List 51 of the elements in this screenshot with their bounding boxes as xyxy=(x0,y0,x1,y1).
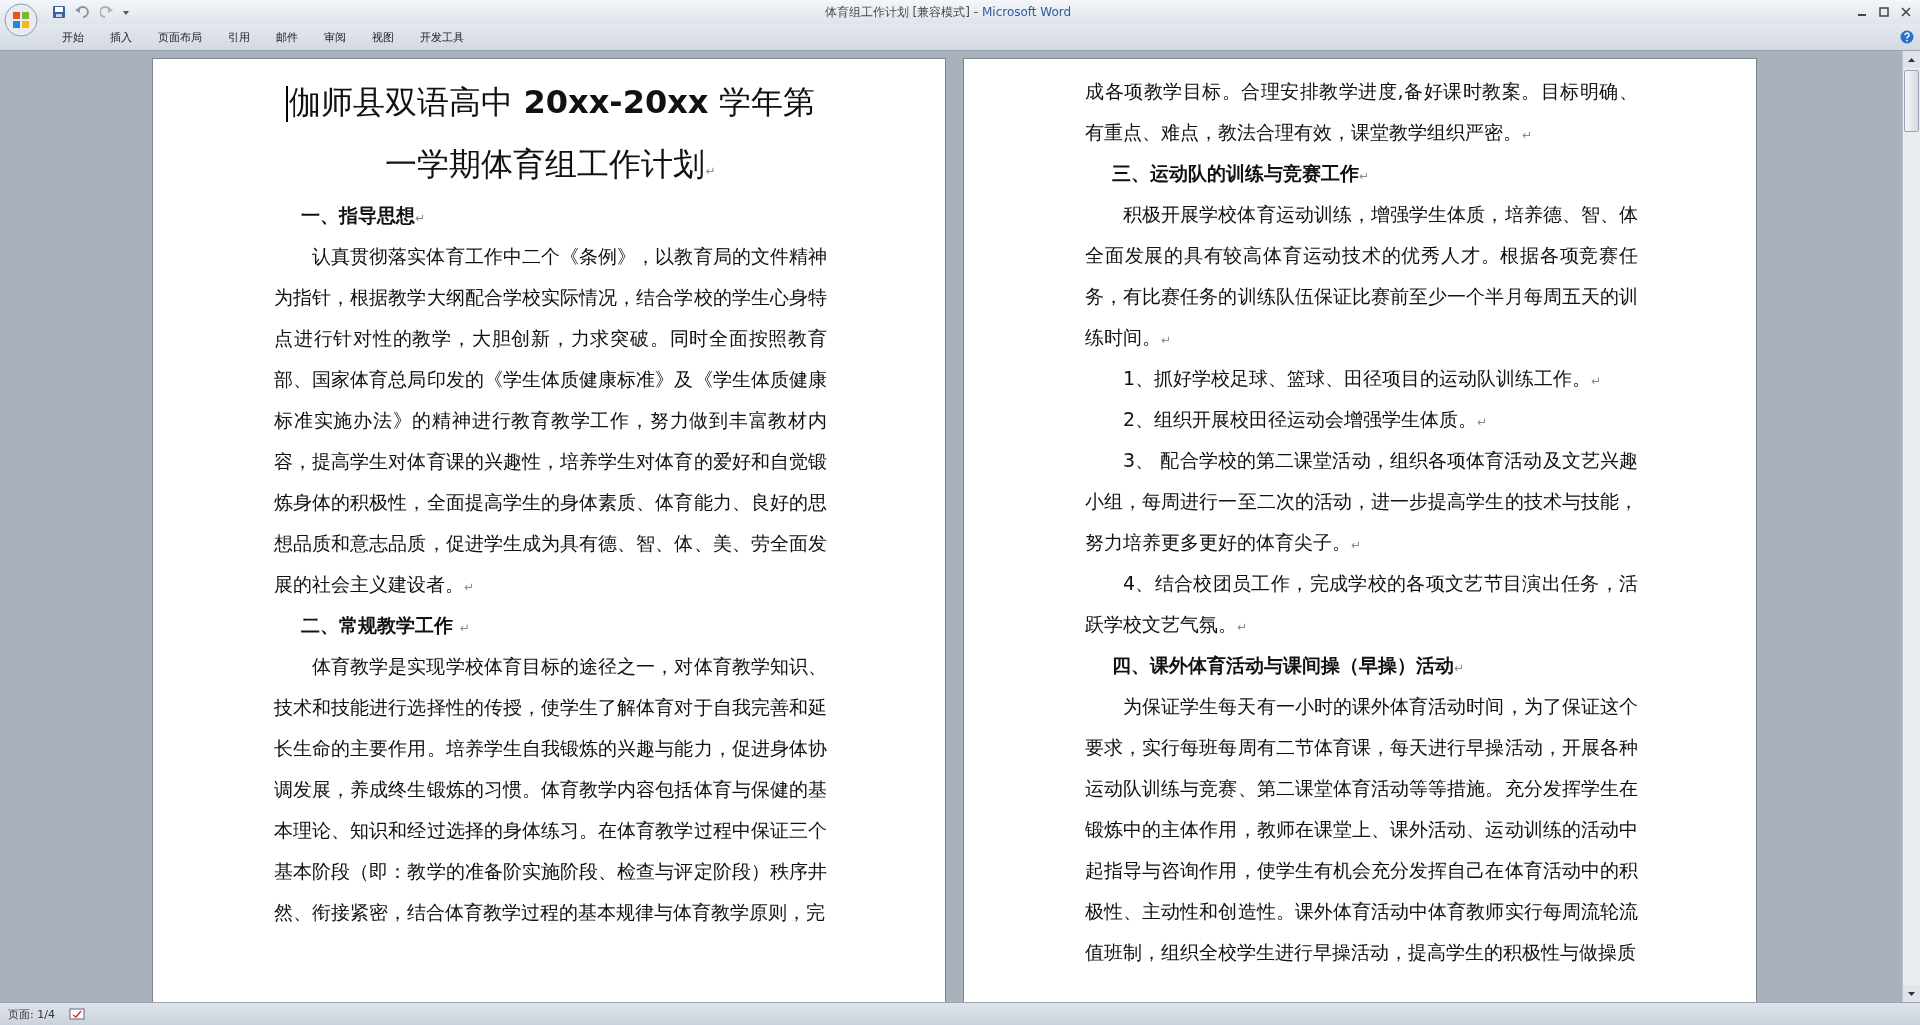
paragraph-mark: ↵ xyxy=(459,621,470,635)
down-arrow-icon xyxy=(1908,991,1915,996)
ribbon-tab[interactable]: 开始 xyxy=(50,26,96,48)
scroll-thumb[interactable] xyxy=(1904,70,1919,132)
save-icon[interactable] xyxy=(52,5,66,19)
paragraph-mark: ↵ xyxy=(415,211,426,225)
document-check-icon[interactable] xyxy=(68,1008,85,1020)
paragraph-mark: ↵ xyxy=(1454,661,1465,675)
section-heading: 二、常规教学工作 ↵ xyxy=(300,613,471,638)
undo-icon[interactable] xyxy=(74,5,92,19)
help-icon[interactable] xyxy=(1900,30,1914,44)
paragraph: 1、抓好学校足球、篮球、田径项目的运动队训练工作。↵ xyxy=(1122,366,1603,391)
app-name: Microsoft Word xyxy=(981,4,1072,19)
ribbon-tab[interactable]: 审阅 xyxy=(312,26,358,48)
text-cursor xyxy=(286,86,289,122)
ribbon-tab[interactable]: 邮件 xyxy=(264,26,310,48)
paragraph-mark: ↵ xyxy=(464,580,475,594)
paragraph: 4、结合校团员工作，完成学校的各项文艺节目演出任务，活跃学校文艺气氛。↵ xyxy=(1085,571,1638,637)
paragraph: 3、 配合学校的第二课堂活动，组织各项体育活动及文艺兴趣小组，每周进行一至二次的活动，进一步提高学生的技术与技能，努力培养更多更好的体育尖子。↵ xyxy=(1085,448,1638,555)
scroll-down-button[interactable] xyxy=(1903,985,1920,1002)
ribbon-tab[interactable]: 开发工具 xyxy=(408,26,476,48)
paragraph: 为保证学生每天有一小时的课外体育活动时间，为了保证这个要求，实行每班每周有二节体育课，每天进行早操活动，开展各种运动队训练与竞赛、第二课堂体育活动等等措施。充分发挥学生在锻炼中的主体作用，教师在课堂上、课外活动、运动训练的活动中起指导与咨询作用，使学生有机会充分发挥自己在体育活动中的积极性、主动性和创造性。课外体育活动中体育教师实行每周流轮流值班制，组织全校学生进行早操活动，提高学生的积极性与做操质 xyxy=(1085,694,1638,965)
close-icon[interactable] xyxy=(1900,7,1912,17)
ribbon-tab[interactable]: 视图 xyxy=(360,26,406,48)
ribbon-tab[interactable]: 页面布局 xyxy=(146,26,214,48)
paragraph-mark: ↵ xyxy=(1591,374,1602,388)
paragraph-mark: ↵ xyxy=(705,164,716,178)
paragraph-mark: ↵ xyxy=(1359,169,1370,183)
paragraph: 体育教学是实现学校体育目标的途径之一，对体育教学知识、技术和技能进行选择性的传授，使学生了解体育对于自我完善和延长生命的主要作用。培养学生自我锻炼的兴趣与能力，促进身体协调发展，养成终生锻炼的习惯。体育教学内容包括体育与保健的基本理论、知识和经过选择的身体练习。在体育教学过程中保证三个基本阶段（即：教学的准备阶实施阶段、检查与评定阶段）秩序井然、衔接紧密，结合体育教学过程的基本规律与体育教学原则，完 xyxy=(274,654,827,925)
up-arrow-icon xyxy=(1908,57,1915,62)
section-heading: 一、指导思想↵ xyxy=(300,203,427,228)
customize-caret-icon[interactable] xyxy=(122,8,130,16)
paragraph: 积极开展学校体育运动训练，增强学生体质，培养德、智、体全面发展的具有较高体育运动技术的优秀人才。根据各项竞赛任务，有比赛任务的训练队伍保证比赛前至少一个半月每周五天的训练时间。↵ xyxy=(1085,202,1638,350)
paragraph: 2、组织开展校田径运动会增强学生体质。↵ xyxy=(1122,407,1489,432)
paragraph-mark: ↵ xyxy=(1161,333,1172,347)
scroll-up-button[interactable] xyxy=(1903,51,1920,68)
section-heading: 三、运动队的训练与竞赛工作↵ xyxy=(1111,161,1371,186)
section-heading: 四、课外体育活动与课间操（早操）活动↵ xyxy=(1111,653,1466,678)
document-title: 伽师县双语高中 20xx-20xx 学年第一学期体育组工作计划↵ xyxy=(274,71,827,195)
paragraph: 成各项教学目标。合理安排教学进度,备好课时教案。目标明确、有重点、难点，教法合理有效，课堂教学组织严密。↵ xyxy=(1085,79,1638,145)
ribbon-tab[interactable]: 引用 xyxy=(216,26,262,48)
paragraph-mark: ↵ xyxy=(1477,415,1488,429)
window-title: 体育组工作计划 [兼容模式] - xyxy=(824,4,979,19)
maximize-icon[interactable] xyxy=(1878,7,1890,17)
page-count[interactable]: 页面: 1/4 xyxy=(8,1006,55,1022)
paragraph-mark: ↵ xyxy=(1522,128,1533,142)
paragraph-mark: ↵ xyxy=(1351,538,1362,552)
paragraph: 认真贯彻落实体育工作中二个《条例》，以教育局的文件精神为指针，根据教学大纲配合学校实际情况，结合学校的学生心身特点进行针对性的教学，大胆创新，力求突破。同时全面按照教育部、国家体育总局印发的《学生体质健康标准》及《学生体质健康标准实施办法》的精神进行教育教学工作，努力做到丰富教材内容，提高学生对体育课的兴趣性，培养学生对体育的爱好和自觉锻炼身体的积极性，全面提高学生的身体素质、体育能力、良好的思想品质和意志品质，促进学生成为具有德、智、体、美、劳全面发展的社会主义建设者。↵ xyxy=(274,244,827,597)
vertical-scrollbar[interactable] xyxy=(1902,51,1920,1002)
paragraph-mark: ↵ xyxy=(1237,620,1248,634)
ribbon-tab[interactable]: 插入 xyxy=(98,26,144,48)
